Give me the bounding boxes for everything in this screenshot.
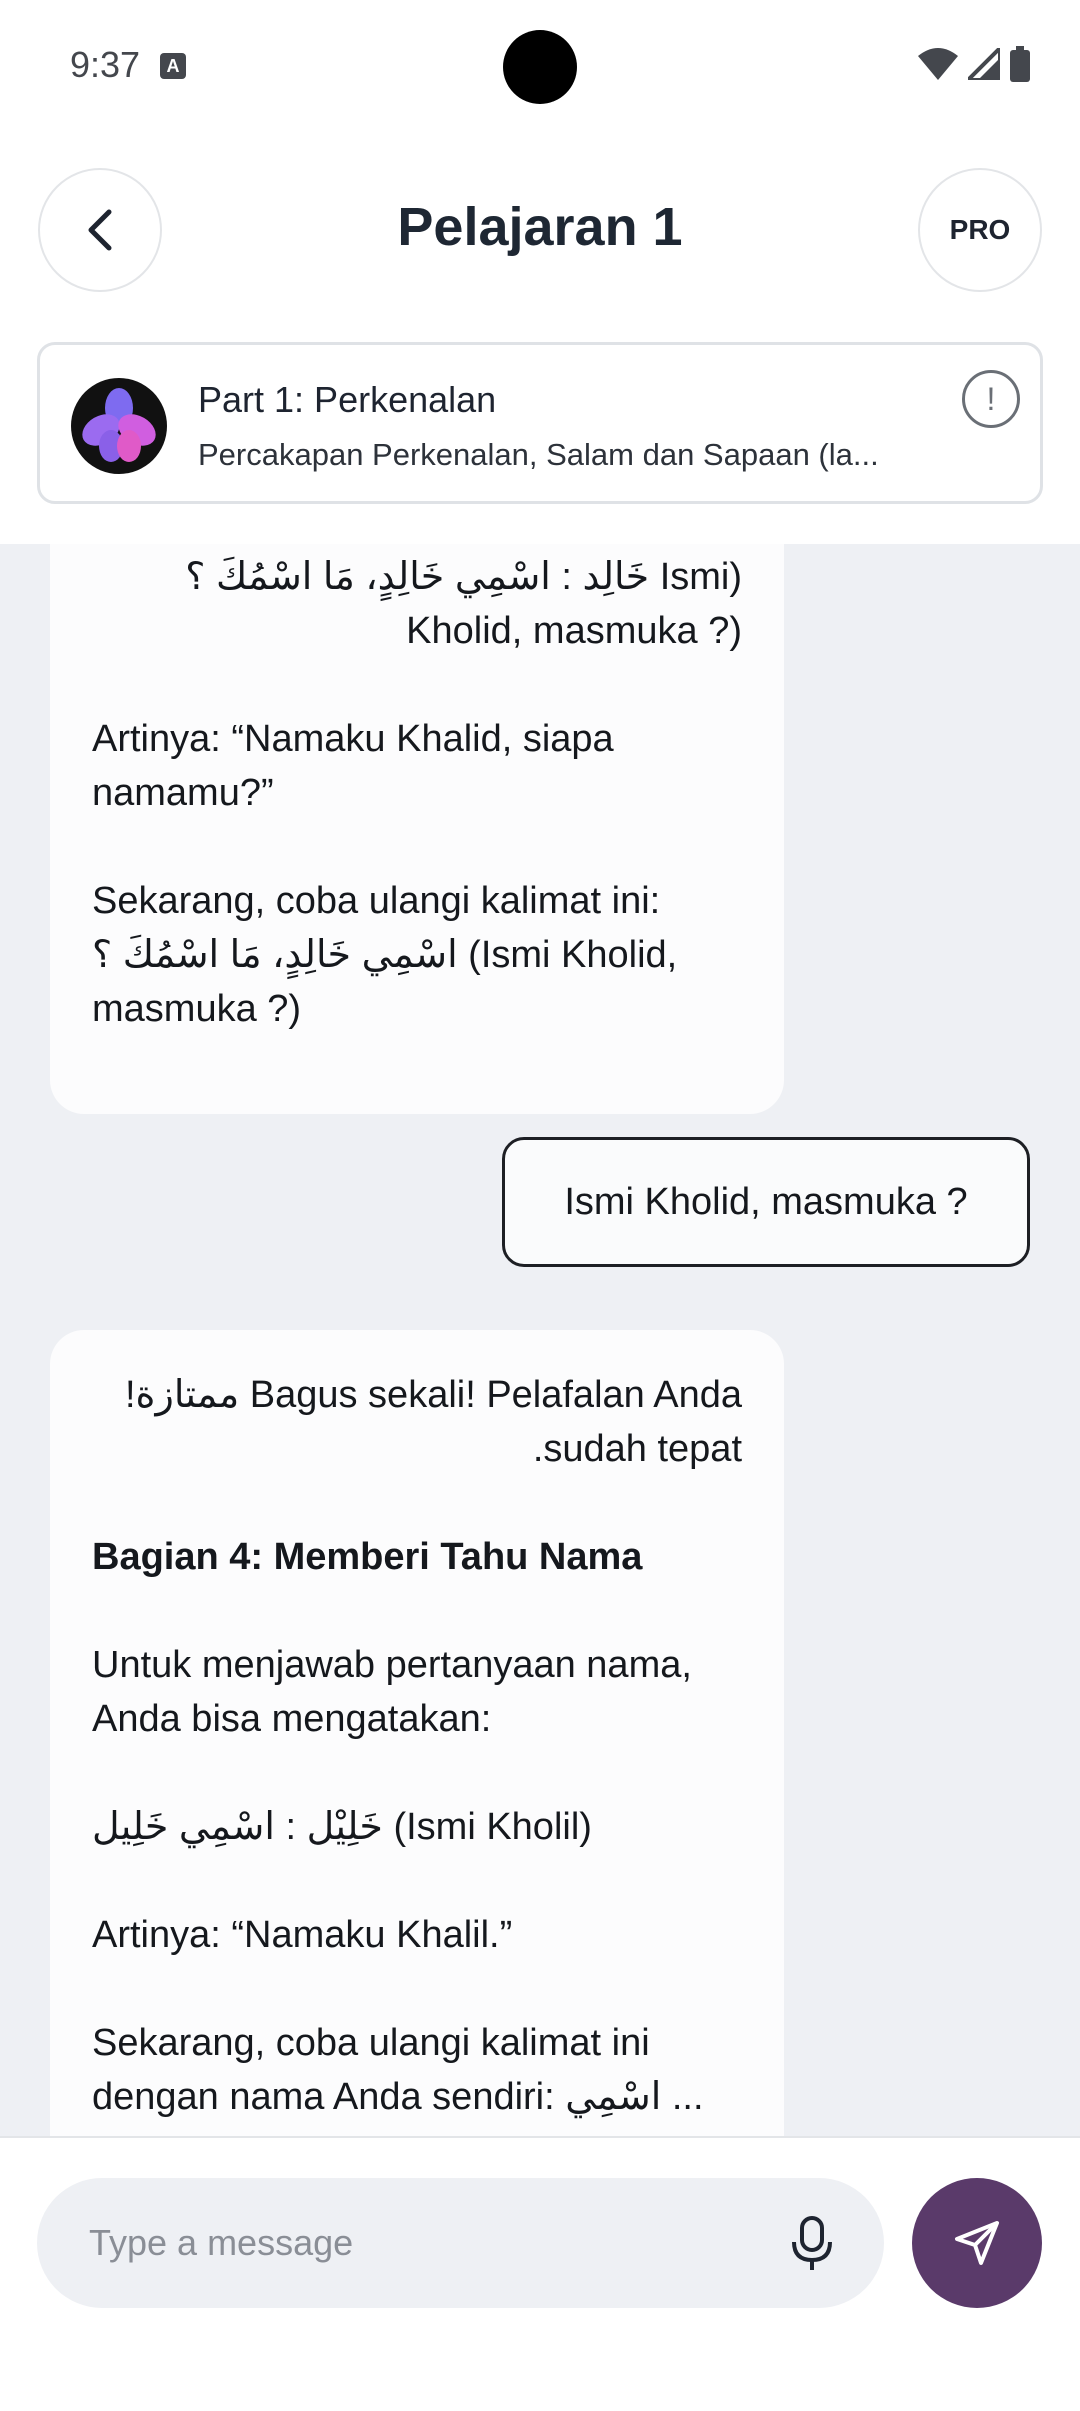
flower-logo-icon bbox=[82, 388, 156, 462]
pro-button[interactable]: PRO bbox=[918, 168, 1042, 292]
microphone-icon[interactable] bbox=[790, 2216, 834, 2272]
chat-area[interactable]: (Ismi خَالِد : اسْمِي خَالِدٍ، مَا اسْمُ… bbox=[0, 544, 1080, 2136]
lesson-title: Part 1: Perkenalan bbox=[198, 379, 497, 420]
prompt-text: Sekarang, coba ulangi kalimat ini: اسْمِ… bbox=[92, 880, 678, 1030]
meaning-text: Artinya: “Namaku Khalid, siapa namamu?” bbox=[92, 718, 614, 814]
transliteration-line: (? Kholid, masmuka bbox=[406, 610, 742, 652]
wifi-icon bbox=[918, 48, 958, 80]
lesson-avatar bbox=[71, 378, 167, 474]
message-input[interactable] bbox=[37, 2178, 884, 2308]
bot-message: Bagus sekali! Pelafalan Anda ممتازة! sud… bbox=[50, 1330, 784, 2136]
example-text: خَلِيْل : اسْمِي خَلِيل (Ismi Kholil) bbox=[92, 1806, 592, 1848]
send-icon bbox=[955, 2221, 999, 2265]
praise-text: Bagus sekali! Pelafalan Anda ممتازة! sud… bbox=[125, 1374, 742, 1470]
user-message: Ismi Kholid, masmuka ? bbox=[502, 1137, 1030, 1267]
lesson-subtitle: Percakapan Perkenalan, Salam dan Sapaan … bbox=[198, 437, 879, 472]
notification-a-icon: A bbox=[160, 53, 186, 79]
send-button[interactable] bbox=[912, 2178, 1042, 2308]
battery-icon bbox=[1010, 46, 1030, 82]
status-icons bbox=[918, 46, 1030, 82]
status-bar: 9:37 A bbox=[0, 0, 1080, 130]
prompt-text: Sekarang, coba ulangi kalimat ini dengan… bbox=[92, 2022, 704, 2118]
instruction-text: Untuk menjawab pertanyaan nama, Anda bis… bbox=[92, 1644, 692, 1740]
camera-cutout bbox=[503, 30, 577, 104]
signal-icon bbox=[968, 48, 1000, 80]
composer bbox=[0, 2136, 1080, 2411]
lesson-card[interactable]: Part 1: Perkenalan Percakapan Perkenalan… bbox=[37, 342, 1043, 504]
meaning-text: Artinya: “Namaku Khalil.” bbox=[92, 1914, 513, 1956]
arabic-line: (Ismi خَالِد : اسْمِي خَالِدٍ، مَا اسْمُ… bbox=[185, 556, 742, 598]
bot-message: (Ismi خَالِد : اسْمِي خَالِدٍ، مَا اسْمُ… bbox=[50, 544, 784, 1114]
status-time: 9:37 bbox=[70, 44, 141, 85]
header: Pelajaran 1 PRO Part 1: Perkenalan Perca… bbox=[0, 130, 1080, 550]
info-icon[interactable]: ! bbox=[962, 370, 1020, 428]
section-title: Bagian 4: Memberi Tahu Nama bbox=[92, 1536, 643, 1578]
